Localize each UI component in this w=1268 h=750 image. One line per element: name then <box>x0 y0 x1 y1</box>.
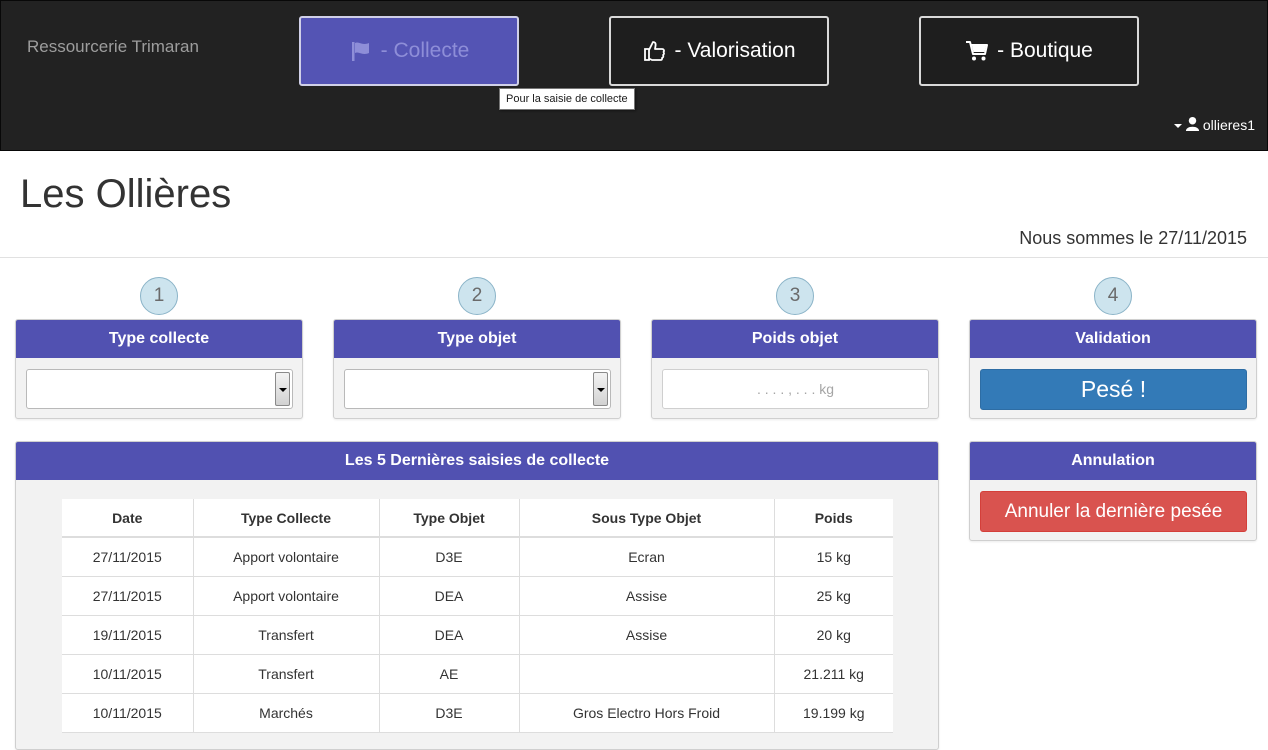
column-header-poids: Poids <box>774 499 893 538</box>
flag-icon <box>349 39 373 63</box>
cell-sous-type-objet: Assise <box>519 615 775 655</box>
nav-boutique-button[interactable]: - Boutique <box>919 16 1139 86</box>
cell-sous-type-objet <box>519 654 775 694</box>
nav-collecte-button[interactable]: - Collecte <box>299 16 519 86</box>
table-row: 10/11/2015 Marchés D3E Gros Electro Hors… <box>62 693 893 733</box>
recent-entries-table: Date Type Collecte Type Objet Sous Type … <box>62 499 893 733</box>
cell-date: 27/11/2015 <box>62 576 194 616</box>
annulation-title: Annulation <box>970 442 1256 480</box>
top-navbar: Ressourcerie Trimaran - Collecte - Valor… <box>0 0 1268 151</box>
poids-objet-panel: Poids objet <box>651 319 939 419</box>
step-3-badge: 3 <box>776 277 814 315</box>
annulation-panel: Annulation Annuler la dernière pesée <box>969 441 1257 541</box>
table-row: 19/11/2015 Transfert DEA Assise 20 kg <box>62 615 893 655</box>
cell-type-objet: DEA <box>379 615 520 655</box>
table-row: 27/11/2015 Apport volontaire DEA Assise … <box>62 576 893 616</box>
type-collecte-panel: Type collecte <box>15 319 303 419</box>
caret-down-icon <box>1173 124 1182 128</box>
poids-objet-title: Poids objet <box>652 320 938 358</box>
cell-sous-type-objet: Ecran <box>519 537 775 577</box>
divider <box>0 257 1268 258</box>
column-header-type-collecte: Type Collecte <box>193 499 380 538</box>
pese-button[interactable]: Pesé ! <box>980 369 1247 410</box>
type-collecte-title: Type collecte <box>16 320 302 358</box>
column-header-type-objet: Type Objet <box>379 499 520 538</box>
step-1-badge: 1 <box>140 277 178 315</box>
nav-valorisation-label: - Valorisation <box>674 39 796 62</box>
recent-entries-title: Les 5 Dernières saisies de collecte <box>16 442 938 480</box>
shopping-cart-icon <box>965 39 989 63</box>
table-row: 10/11/2015 Transfert AE 21.211 kg <box>62 654 893 694</box>
type-objet-panel: Type objet <box>333 319 621 419</box>
cell-poids: 20 kg <box>774 615 893 655</box>
collecte-tooltip: Pour la saisie de collecte <box>499 88 635 110</box>
user-menu[interactable]: ollieres1 <box>1173 116 1255 134</box>
poids-objet-input[interactable] <box>662 369 929 409</box>
table-header-row: Date Type Collecte Type Objet Sous Type … <box>62 499 893 538</box>
cell-type-collecte: Transfert <box>193 654 380 694</box>
cell-poids: 21.211 kg <box>774 654 893 694</box>
user-name: ollieres1 <box>1202 117 1255 133</box>
cell-type-collecte: Apport volontaire <box>193 537 380 577</box>
type-objet-select[interactable] <box>344 369 611 409</box>
current-date: Nous sommes le 27/11/2015 <box>1019 228 1247 248</box>
nav-valorisation-button[interactable]: - Valorisation <box>609 16 829 86</box>
step-2-badge: 2 <box>458 277 496 315</box>
user-icon <box>1185 116 1200 134</box>
cell-type-objet: D3E <box>379 537 520 577</box>
column-header-date: Date <box>62 499 194 538</box>
validation-title: Validation <box>970 320 1256 358</box>
cell-type-objet: D3E <box>379 693 520 733</box>
cell-date: 10/11/2015 <box>62 693 194 733</box>
column-header-sous-type-objet: Sous Type Objet <box>519 499 775 538</box>
page-title: Les Ollières <box>20 172 232 216</box>
cell-poids: 25 kg <box>774 576 893 616</box>
step-4-badge: 4 <box>1094 277 1132 315</box>
cell-type-collecte: Apport volontaire <box>193 576 380 616</box>
nav-boutique-label: - Boutique <box>997 39 1093 62</box>
type-collecte-select[interactable] <box>26 369 293 409</box>
cell-poids: 15 kg <box>774 537 893 577</box>
cell-sous-type-objet: Gros Electro Hors Froid <box>519 693 775 733</box>
cell-poids: 19.199 kg <box>774 693 893 733</box>
recent-entries-panel: Les 5 Dernières saisies de collecte Date… <box>15 441 939 750</box>
cell-type-collecte: Marchés <box>193 693 380 733</box>
thumbs-up-icon <box>643 39 667 63</box>
type-objet-title: Type objet <box>334 320 620 358</box>
cell-date: 10/11/2015 <box>62 654 194 694</box>
cell-type-objet: DEA <box>379 576 520 616</box>
cell-sous-type-objet: Assise <box>519 576 775 616</box>
nav-collecte-label: - Collecte <box>380 39 470 62</box>
annuler-derniere-pesee-button[interactable]: Annuler la dernière pesée <box>980 491 1247 532</box>
brand-name[interactable]: Ressourcerie Trimaran <box>27 37 199 57</box>
table-row: 27/11/2015 Apport volontaire D3E Ecran 1… <box>62 537 893 577</box>
cell-date: 27/11/2015 <box>62 537 194 577</box>
cell-type-collecte: Transfert <box>193 615 380 655</box>
dropdown-arrow-icon[interactable] <box>593 372 608 406</box>
cell-type-objet: AE <box>379 654 520 694</box>
validation-panel: Validation Pesé ! <box>969 319 1257 419</box>
cell-date: 19/11/2015 <box>62 615 194 655</box>
dropdown-arrow-icon[interactable] <box>275 372 290 406</box>
